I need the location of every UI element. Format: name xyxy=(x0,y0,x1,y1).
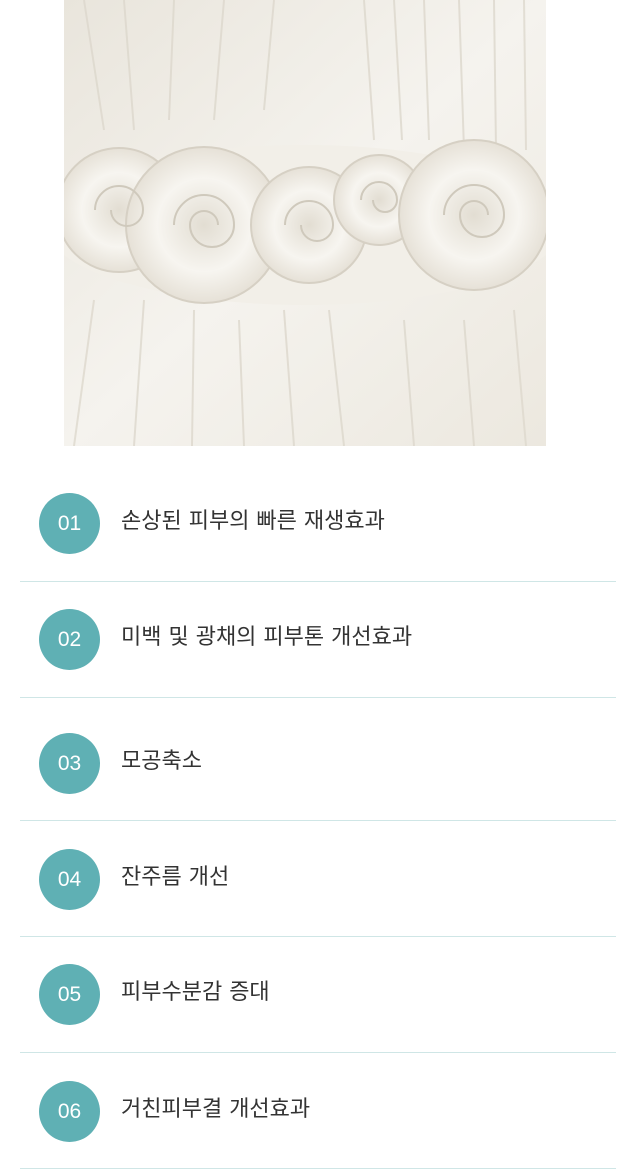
item-label: 잔주름 개선 xyxy=(121,865,230,890)
item-label: 모공축소 xyxy=(121,749,202,774)
hero-fabric-image xyxy=(64,0,546,446)
item-number-badge: 04 xyxy=(39,849,100,910)
list-item: 06 거친피부결 개선효과 xyxy=(20,1053,616,1169)
item-number-badge: 06 xyxy=(39,1081,100,1142)
item-number-badge: 05 xyxy=(39,964,100,1025)
item-label: 미백 및 광채의 피부톤 개선효과 xyxy=(121,625,413,650)
fabric-rosette-illustration xyxy=(64,0,546,446)
item-number-badge: 02 xyxy=(39,609,100,670)
item-number-badge: 01 xyxy=(39,493,100,554)
list-item: 04 잔주름 개선 xyxy=(20,821,616,937)
item-label: 거친피부결 개선효과 xyxy=(121,1097,311,1122)
list-item: 01 손상된 피부의 빠른 재생효과 xyxy=(20,466,616,582)
list-item: 02 미백 및 광채의 피부톤 개선효과 xyxy=(20,582,616,698)
item-label: 피부수분감 증대 xyxy=(121,980,270,1005)
benefit-list: 01 손상된 피부의 빠른 재생효과 02 미백 및 광채의 피부톤 개선효과 … xyxy=(20,466,616,1169)
list-item: 05 피부수분감 증대 xyxy=(20,937,616,1053)
list-item: 03 모공축소 xyxy=(20,698,616,821)
item-number-badge: 03 xyxy=(39,733,100,794)
item-label: 손상된 피부의 빠른 재생효과 xyxy=(121,509,385,534)
